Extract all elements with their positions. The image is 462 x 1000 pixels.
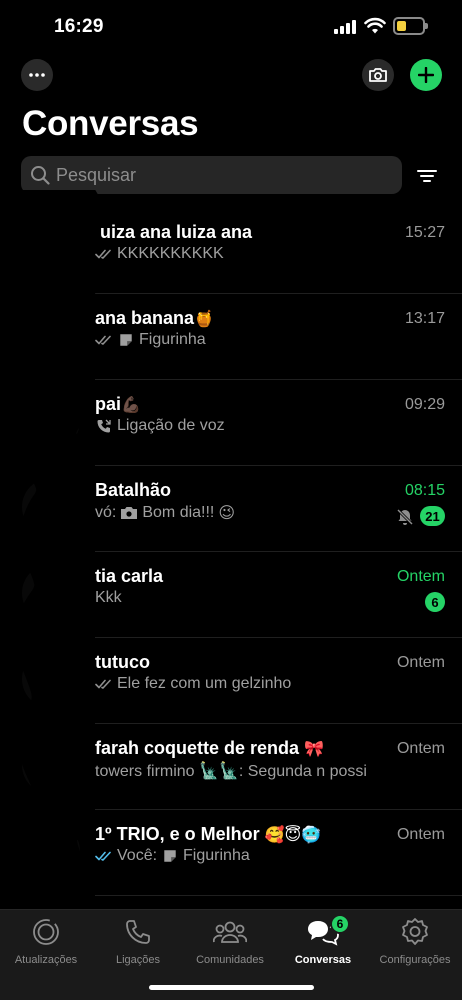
camera-icon bbox=[121, 507, 138, 519]
chat-name: Batalhão bbox=[95, 480, 172, 500]
avatar[interactable] bbox=[22, 650, 80, 708]
chat-row[interactable]: farah coquette de renda 🎀 towers firmino… bbox=[0, 724, 462, 810]
chat-time: Ontem bbox=[396, 654, 445, 671]
unread-badge: 6 bbox=[425, 592, 445, 612]
chat-preview: vó: Bom dia!!! 😉 bbox=[95, 504, 236, 522]
chat-preview: KKKKKKKKKK bbox=[95, 245, 224, 263]
search-icon bbox=[31, 166, 50, 185]
search-bar[interactable]: Pesquisar bbox=[21, 156, 402, 194]
chat-time: Ontem bbox=[396, 568, 445, 585]
battery-level bbox=[397, 21, 406, 31]
chat-name: tia carla bbox=[95, 566, 164, 586]
status-time: 16:29 bbox=[54, 16, 104, 37]
camera-icon bbox=[369, 68, 387, 82]
unread-badge: 21 bbox=[420, 506, 445, 526]
chat-name: 1º TRIO, e o Melhor 🥰😇🥶 bbox=[95, 824, 322, 844]
filter-icon[interactable] bbox=[414, 164, 440, 188]
chat-row[interactable]: tia carla Kkk Ontem 6 bbox=[0, 552, 462, 638]
chat-time: 08:15 bbox=[404, 482, 445, 499]
chat-name: luiza ana luiza ana bbox=[95, 222, 253, 242]
chat-row[interactable]: pai💪🏿 Ligação de voz 09:29 bbox=[0, 380, 462, 466]
chat-row[interactable]: tutuco Ele fez com um gelzinho Ontem bbox=[0, 638, 462, 724]
muted-bell-icon bbox=[396, 508, 414, 526]
camera-button[interactable] bbox=[362, 59, 394, 91]
chat-preview: Ele fez com um gelzinho bbox=[95, 675, 291, 693]
chat-row[interactable]: ana banana🍯 Figurinha 13:17 bbox=[0, 294, 462, 380]
chat-preview: Figurinha bbox=[95, 331, 206, 349]
double-check-icon bbox=[95, 335, 111, 345]
new-chat-button[interactable] bbox=[410, 59, 442, 91]
double-check-icon bbox=[95, 679, 111, 689]
page-title: Conversas bbox=[22, 104, 199, 143]
tab-atualizacoes[interactable]: Atualizações bbox=[0, 916, 92, 970]
chat-list: luiza ana luiza ana KKKKKKKKKK 15:27 ana… bbox=[0, 208, 462, 896]
tab-label: Configurações bbox=[379, 954, 451, 966]
tab-badge: 6 bbox=[330, 914, 350, 934]
chat-preview: Você: Figurinha bbox=[95, 847, 250, 865]
settings-icon bbox=[402, 918, 428, 945]
more-icon bbox=[29, 73, 45, 77]
status-updates-icon bbox=[33, 919, 59, 945]
chat-name: ana banana🍯 bbox=[95, 308, 214, 328]
avatar[interactable] bbox=[22, 392, 80, 450]
chat-name: pai💪🏿 bbox=[95, 394, 141, 414]
tab-label: Comunidades bbox=[196, 954, 264, 966]
chat-time: 09:29 bbox=[404, 396, 445, 413]
chat-name: farah coquette de renda 🎀 bbox=[95, 738, 324, 758]
avatar[interactable] bbox=[22, 478, 80, 536]
battery-icon bbox=[393, 17, 428, 35]
more-options-button[interactable] bbox=[21, 59, 53, 91]
phone-icon bbox=[126, 920, 150, 944]
sticker-icon bbox=[164, 850, 176, 862]
chat-row[interactable]: luiza ana luiza ana KKKKKKKKKK 15:27 bbox=[0, 208, 462, 294]
tab-configuracoes[interactable]: Configurações bbox=[369, 916, 461, 970]
tab-label: Conversas bbox=[294, 954, 352, 966]
chat-time: 13:17 bbox=[404, 310, 445, 327]
tab-label: Atualizações bbox=[14, 954, 78, 966]
sticker-icon bbox=[120, 334, 132, 346]
chat-row[interactable]: 1º TRIO, e o Melhor 🥰😇🥶 Você: Figurinha … bbox=[0, 810, 462, 896]
phone-call-icon bbox=[97, 419, 111, 433]
search-input[interactable]: Pesquisar bbox=[56, 165, 136, 186]
avatar[interactable] bbox=[22, 822, 80, 880]
home-indicator bbox=[149, 985, 314, 990]
chat-preview: Ligação de voz bbox=[95, 417, 225, 435]
wifi-icon bbox=[364, 17, 386, 34]
tab-conversas[interactable]: 6 Conversas bbox=[277, 914, 369, 970]
avatar[interactable] bbox=[22, 564, 80, 622]
blue-double-check-icon bbox=[95, 851, 111, 861]
double-check-icon bbox=[95, 249, 111, 259]
tab-label: Ligações bbox=[115, 954, 161, 966]
chat-preview: Kkk bbox=[95, 589, 122, 606]
communities-icon bbox=[213, 921, 247, 943]
chat-preview: towers firmino 🗽🗽: Segunda n possi bbox=[95, 763, 367, 780]
tab-comunidades[interactable]: Comunidades bbox=[184, 916, 276, 970]
avatar[interactable] bbox=[22, 736, 80, 794]
avatar[interactable] bbox=[22, 306, 80, 364]
status-bar: 16:29 bbox=[0, 0, 462, 56]
avatar[interactable] bbox=[22, 220, 80, 278]
chat-name: tutuco bbox=[95, 652, 150, 672]
chat-time: Ontem bbox=[396, 740, 445, 757]
chat-time: 15:27 bbox=[404, 224, 445, 241]
tab-ligacoes[interactable]: Ligações bbox=[92, 916, 184, 970]
plus-icon bbox=[418, 67, 434, 83]
cellular-signal-icon bbox=[334, 20, 356, 34]
chat-time: Ontem bbox=[396, 826, 445, 843]
chat-row[interactable]: Batalhão vó: Bom dia!!! 😉 08:15 21 bbox=[0, 466, 462, 552]
